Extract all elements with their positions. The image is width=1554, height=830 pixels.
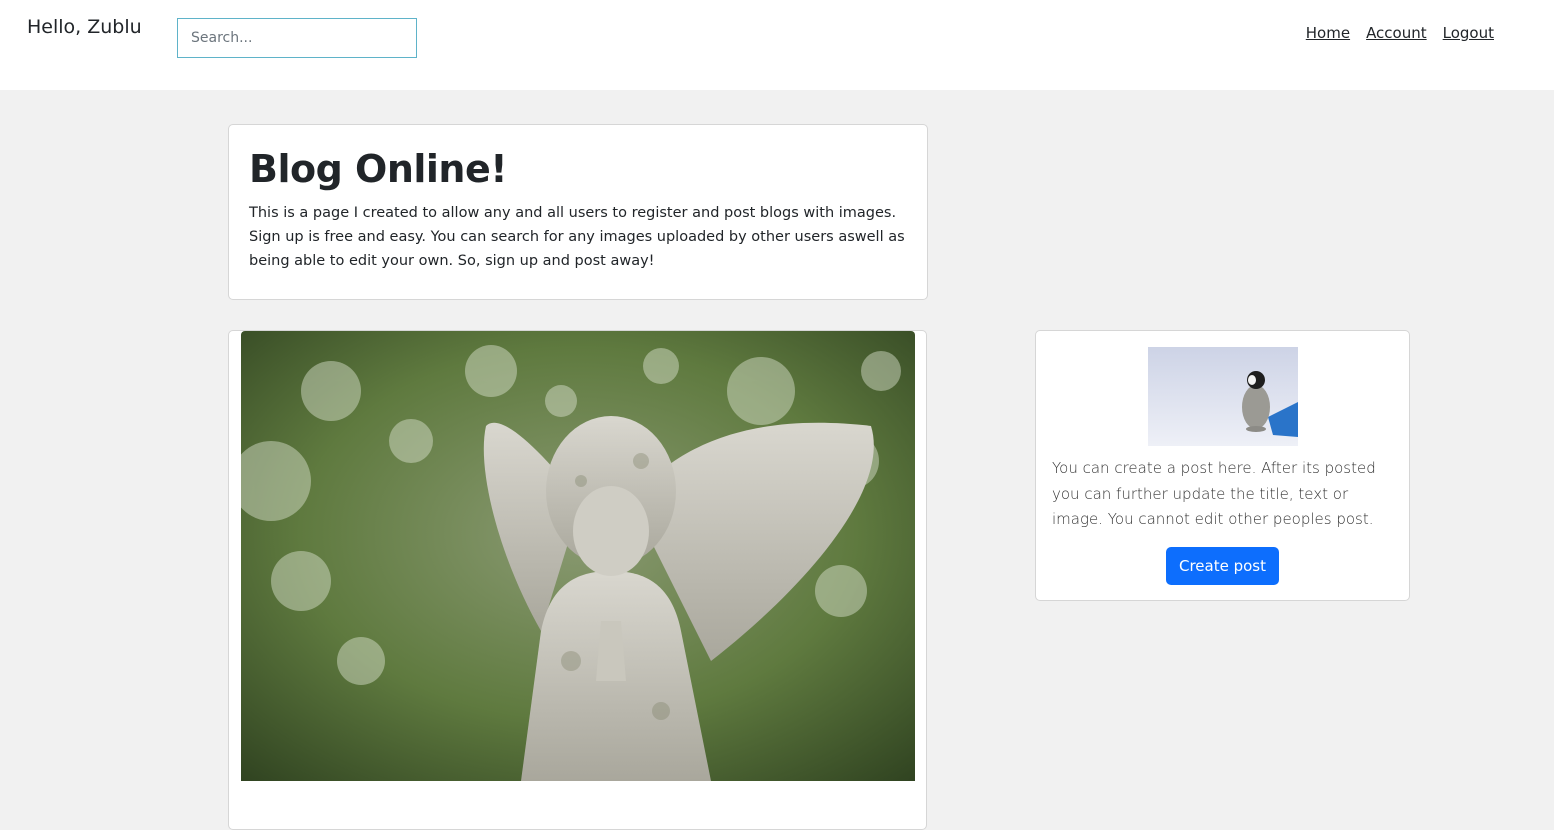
nav-logout-link[interactable]: Logout: [1443, 24, 1494, 42]
angel-statue-image[interactable]: [241, 331, 915, 781]
post-card: [228, 330, 927, 830]
nav-account-link[interactable]: Account: [1366, 24, 1427, 42]
penguin-image: [1147, 347, 1298, 446]
nav-home-link[interactable]: Home: [1306, 24, 1350, 42]
create-post-button[interactable]: Create post: [1165, 546, 1279, 585]
intro-text: This is a page I created to allow any an…: [249, 204, 905, 269]
user-greeting: Hello, Zublu: [27, 16, 142, 38]
create-post-description: You can create a post here. After its po…: [1052, 459, 1376, 528]
create-post-card: You can create a post here. After its po…: [1035, 330, 1410, 601]
intro-card: Blog Online! This is a page I created to…: [228, 124, 928, 300]
top-navbar: Hello, Zublu Home Account Logout: [0, 0, 1554, 90]
page-title: Blog Online!: [249, 147, 508, 191]
nav-links: Home Account Logout: [1306, 24, 1494, 42]
search-input[interactable]: [177, 18, 417, 58]
